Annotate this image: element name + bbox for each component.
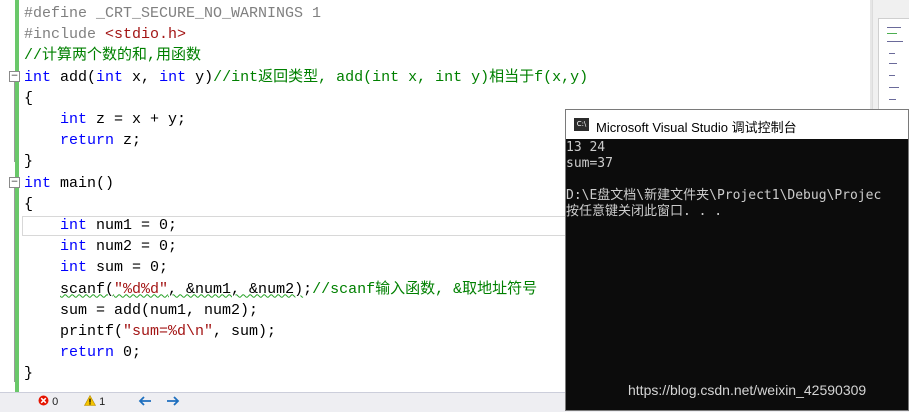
console-output: 13 24 sum=37 D:\E盘文档\新建文件夹\Project1\Debug… — [566, 140, 908, 220]
code-token: num2 = 0; — [87, 238, 178, 256]
code-token: int — [24, 174, 52, 192]
console-title: Microsoft Visual Studio 调试控制台 — [596, 120, 797, 135]
code-token: return — [60, 132, 115, 150]
console-app-icon: C:\ — [574, 118, 589, 131]
code-token: int — [60, 259, 88, 277]
fold-line-main — [14, 188, 15, 382]
collapse-add-toggle[interactable]: − — [9, 71, 20, 82]
code-token: _CRT_SECURE_NO_WARNINGS 1 — [96, 5, 322, 22]
code-token: main() — [51, 174, 115, 192]
code-token: { — [24, 195, 34, 213]
code-token: , sum); — [213, 323, 277, 340]
code-token: z = x + y; — [87, 111, 187, 128]
collapse-main-toggle[interactable]: − — [9, 177, 20, 188]
code-token: z; — [114, 132, 142, 150]
code-line[interactable]: { — [24, 194, 33, 215]
code-token: add( — [51, 68, 97, 86]
code-token: <stdio.h> — [105, 26, 187, 44]
error-icon — [38, 395, 49, 406]
code-token: int — [60, 238, 88, 256]
code-line[interactable]: sum = add(num1, num2); — [24, 300, 258, 321]
code-line[interactable]: int num1 = 0; — [24, 215, 177, 236]
code-token: , &num1, &num2) — [168, 280, 304, 298]
code-line[interactable]: int z = x + y; — [24, 109, 186, 130]
error-count-label: 0 — [52, 396, 59, 408]
code-token: int — [60, 111, 88, 128]
console-line: D:\E盘文档\新建文件夹\Project1\Debug\Projec — [566, 188, 882, 203]
code-token: } — [24, 365, 34, 383]
error-count[interactable]: 0 — [38, 395, 58, 410]
code-token: printf( — [24, 323, 124, 340]
code-line[interactable]: #define _CRT_SECURE_NO_WARNINGS 1 — [24, 3, 321, 24]
code-line[interactable]: } — [24, 151, 33, 172]
code-line[interactable]: #include <stdio.h> — [24, 24, 186, 45]
code-token: { — [24, 89, 34, 107]
code-line[interactable]: int main() — [24, 173, 114, 194]
code-line[interactable]: scanf("%d%d", &num1, &num2);//scanf输入函数,… — [24, 279, 537, 300]
code-token: //计算两个数的和,用函数 — [24, 47, 202, 65]
code-token: ; — [303, 280, 313, 298]
console-line: 13 24 — [566, 140, 606, 155]
code-token: "sum=%d\n" — [123, 323, 214, 340]
code-token: int — [96, 68, 124, 86]
warning-count[interactable]: 1 — [83, 394, 106, 410]
navigate-forward-button[interactable] — [166, 395, 180, 410]
fold-line-add — [14, 82, 15, 162]
code-line[interactable]: { — [24, 88, 33, 109]
code-token: #define — [24, 5, 97, 22]
watermark: https://blog.csdn.net/weixin_42590309 — [628, 382, 867, 398]
warning-count-label: 1 — [99, 396, 106, 408]
code-token: int — [159, 68, 187, 86]
code-token: "%d%d" — [114, 280, 169, 298]
console-titlebar[interactable]: C:\ Microsoft Visual Studio 调试控制台 — [566, 110, 908, 139]
code-token: scanf( — [60, 280, 115, 298]
arrow-left-icon — [138, 396, 151, 406]
code-token: int — [60, 217, 88, 234]
code-token: } — [24, 153, 34, 171]
code-line[interactable]: //计算两个数的和,用函数 — [24, 45, 201, 66]
code-token: return — [60, 344, 115, 362]
code-line[interactable]: int num2 = 0; — [24, 236, 177, 257]
code-line[interactable]: int add(int x, int y)//int返回类型, add(int … — [24, 67, 588, 88]
debug-console-window[interactable]: C:\ Microsoft Visual Studio 调试控制台 13 24 s… — [565, 109, 909, 411]
code-token: num1 = 0; — [87, 217, 178, 234]
code-line[interactable]: } — [24, 363, 33, 384]
code-token: int — [24, 68, 52, 86]
code-token: //int返回类型, add(int x, int y)相当于f(x,y) — [213, 68, 589, 86]
console-line: 按任意键关闭此窗口. . . — [566, 204, 723, 219]
code-line[interactable]: return 0; — [24, 342, 141, 363]
warning-icon — [83, 394, 97, 406]
code-token: y) — [186, 68, 214, 86]
code-line[interactable]: return z; — [24, 130, 141, 151]
code-token: //scanf输入函数, &取地址符号 — [312, 280, 538, 298]
code-line[interactable]: printf("sum=%d\n", sum); — [24, 321, 276, 342]
code-token: sum = add(num1, num2); — [24, 301, 259, 319]
code-token: #include — [24, 26, 106, 44]
arrow-right-icon — [167, 396, 180, 406]
navigate-back-button[interactable] — [138, 395, 152, 410]
console-line: sum=37 — [566, 156, 613, 171]
code-token: sum = 0; — [87, 259, 169, 277]
code-line[interactable]: int sum = 0; — [24, 257, 168, 278]
code-token: x, — [123, 68, 160, 86]
change-tracking-bar — [15, 0, 19, 392]
code-minimap[interactable] — [878, 18, 909, 110]
code-token: 0; — [114, 344, 142, 362]
